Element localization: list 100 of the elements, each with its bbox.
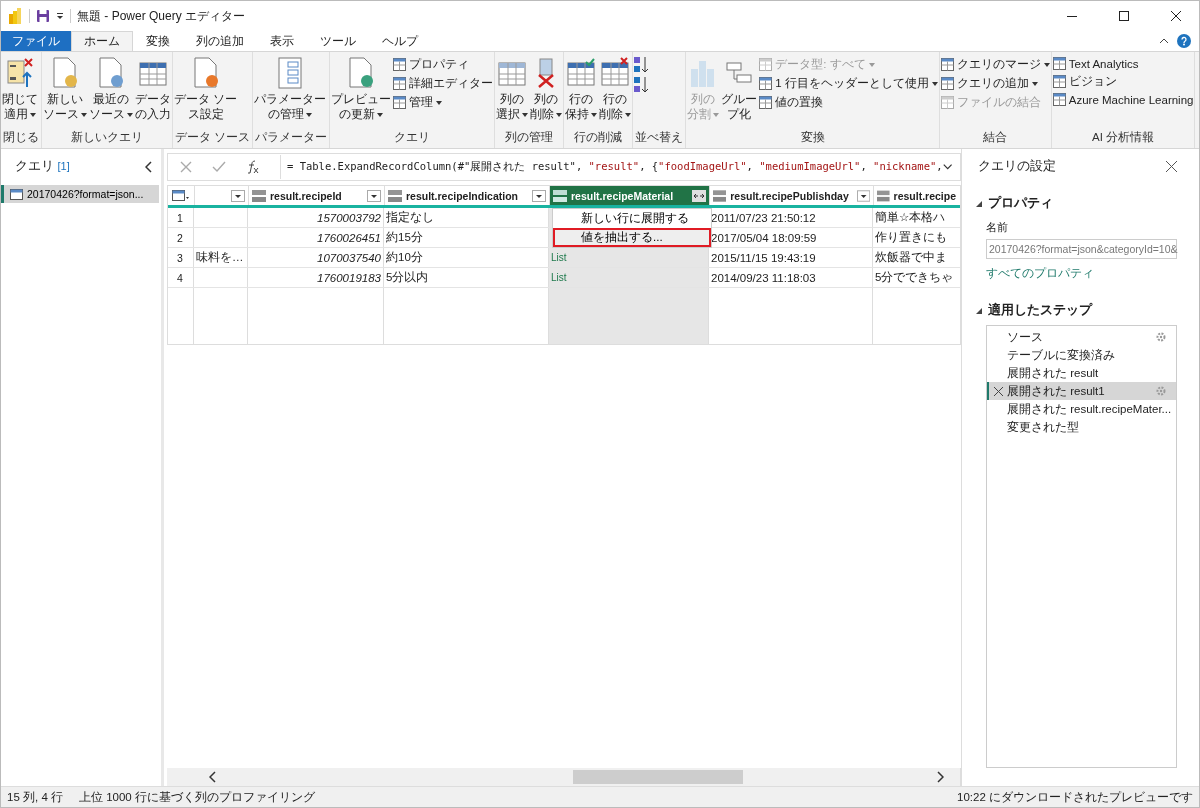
step-item[interactable]: 展開された result.recipeMater... — [987, 400, 1176, 418]
ribbon-button[interactable]: Azure Machine Learning — [1051, 92, 1195, 107]
collapse-ribbon-icon[interactable] — [1159, 38, 1169, 44]
ribbon-button[interactable]: パラメーター の管理 — [253, 55, 328, 129]
delete-step-icon[interactable] — [994, 386, 1003, 396]
scroll-left-icon[interactable] — [209, 771, 217, 783]
column-header[interactable]: result.recipe — [874, 186, 960, 205]
step-item[interactable]: ソース — [987, 328, 1176, 346]
status-text[interactable]: 上位 1000 行に基づく列のプロファイリング — [78, 789, 315, 805]
column-header[interactable]: result.recipeId — [249, 186, 385, 205]
expand-icon[interactable] — [942, 163, 952, 171]
close-icon[interactable] — [1166, 161, 1177, 172]
section-heading: プロパティ — [988, 195, 1053, 212]
ribbon-group-label: パラメーター — [254, 130, 329, 145]
menu-item[interactable]: 値を抽出する... — [553, 228, 711, 247]
ribbon-button[interactable]: 行の 保持 — [564, 55, 599, 129]
step-item[interactable]: 展開された result — [987, 364, 1176, 382]
collapse-pane-icon[interactable] — [145, 160, 153, 173]
ribbon-group-label: AI 分析情報 — [1091, 130, 1156, 145]
table-cell-text: 2014/09/23 11:18:03 — [710, 271, 817, 284]
name-field[interactable]: 20170426?format=json&categoryId=10& — [986, 239, 1177, 259]
step-item[interactable]: テーブルに変換済み — [987, 346, 1176, 364]
caret-icon — [436, 100, 443, 105]
ribbon-button[interactable]: 1 行目をヘッダーとして使用 — [758, 75, 939, 92]
ribbon-tab[interactable]: ホーム — [71, 31, 133, 51]
ribbon-button[interactable]: 管理 — [392, 94, 495, 111]
ribbon-button[interactable]: 値の置換 — [758, 94, 939, 111]
table-menu-icon[interactable] — [172, 189, 190, 202]
step-item[interactable]: 展開された result1 — [987, 382, 1176, 400]
ribbon-button[interactable]: クエリのマージ — [939, 56, 1051, 73]
ribbon-group-label: 新しいクエリ — [70, 130, 144, 145]
ribbon-tab[interactable]: 表示 — [257, 31, 307, 51]
ribbon-button[interactable]: プレビュー の更新 — [330, 55, 393, 129]
settings-title: クエリの設定 — [978, 158, 1056, 175]
ribbon-tab[interactable]: ファイル — [1, 31, 71, 51]
ribbon-button[interactable]: プロパティ — [392, 56, 495, 73]
ribbon-button[interactable]: グルー プ化 — [720, 55, 759, 129]
gear-icon[interactable] — [1156, 332, 1166, 342]
ribbon-tab[interactable]: 変換 — [133, 31, 183, 51]
ribbon-button[interactable]: クエリの追加 — [939, 75, 1051, 92]
command-icon — [759, 96, 773, 109]
caret-icon — [127, 112, 133, 117]
ribbon-group-label: 列の管理 — [504, 130, 555, 145]
function-icon[interactable] — [246, 160, 260, 174]
maximize-icon[interactable] — [1119, 11, 1129, 21]
ribbon-button[interactable]: Text Analytics — [1051, 56, 1195, 71]
table-cell-text: 約10分 — [385, 250, 424, 265]
help-icon[interactable] — [1177, 34, 1191, 48]
column-header[interactable]: result.recipeMaterial — [550, 186, 710, 205]
collapse-triangle-icon[interactable] — [976, 307, 982, 314]
ribbon-tab[interactable]: ツール — [307, 31, 369, 51]
command-icon — [940, 96, 954, 109]
table-cell-text: List — [550, 252, 568, 263]
scrollbar-thumb[interactable] — [573, 770, 743, 784]
step-item[interactable]: 変更された型 — [987, 418, 1176, 436]
filter-dropdown-icon[interactable] — [856, 189, 870, 202]
list-icon — [276, 57, 305, 89]
all-properties-link[interactable]: すべてのプロパティ — [976, 259, 1177, 294]
ribbon-button[interactable]: データ ソー ス設定 — [173, 55, 239, 129]
column-header[interactable]: result.recipeIndication — [385, 186, 550, 205]
ribbon-button[interactable]: 列の 選択 — [495, 55, 530, 129]
sort-descending-icon[interactable] — [633, 76, 650, 94]
ribbon-tab[interactable]: 列の追加 — [183, 31, 257, 51]
ribbon-button[interactable]: 新しい ソース — [42, 55, 88, 129]
command-icon — [393, 77, 407, 90]
expand-column-icon[interactable] — [692, 189, 706, 202]
close-icon[interactable] — [1171, 11, 1181, 21]
ribbon-button[interactable]: ビジョン — [1051, 73, 1195, 90]
sort-ascending-icon[interactable] — [633, 56, 650, 74]
table-icon — [601, 57, 630, 89]
table-cell-text: 5分でできちゃ — [874, 270, 955, 285]
filter-dropdown-icon[interactable] — [231, 189, 245, 202]
scroll-right-icon[interactable] — [936, 771, 944, 783]
caret-icon — [81, 112, 87, 117]
caret-icon — [713, 112, 720, 117]
ribbon-button[interactable]: 行の 削除 — [598, 55, 633, 129]
ribbon-button[interactable]: 最近の ソース — [88, 55, 134, 129]
filter-dropdown-icon[interactable] — [532, 189, 546, 202]
type-any-icon — [877, 189, 890, 202]
ribbon-tab[interactable]: ヘルプ — [369, 31, 431, 51]
caret-icon — [306, 112, 313, 117]
ribbon-button[interactable]: データ の入力 — [134, 55, 172, 129]
column-header[interactable]: result.recipePublishday — [710, 186, 874, 205]
caret-icon — [1031, 81, 1038, 86]
ribbon-button[interactable]: 閉じて 適用 — [1, 55, 39, 129]
apply-icon — [6, 57, 34, 89]
collapse-triangle-icon[interactable] — [976, 200, 982, 207]
caret-icon — [625, 112, 632, 117]
ribbon-button[interactable]: 列の 削除 — [529, 55, 564, 129]
table-cell-text: 指定なし — [385, 210, 435, 225]
query-item[interactable]: 20170426?format=json... — [1, 185, 159, 203]
type-any-icon — [252, 189, 266, 202]
ribbon-group-label: 結合 — [982, 130, 1009, 145]
filter-dropdown-icon[interactable] — [367, 189, 381, 202]
check-icon[interactable] — [212, 161, 226, 173]
menu-item[interactable]: 新しい行に展開する — [553, 209, 711, 228]
command-icon — [940, 58, 954, 71]
ribbon-button[interactable]: 詳細エディター — [392, 75, 495, 92]
command-icon — [1052, 93, 1066, 106]
caret-icon[interactable] — [56, 12, 64, 20]
